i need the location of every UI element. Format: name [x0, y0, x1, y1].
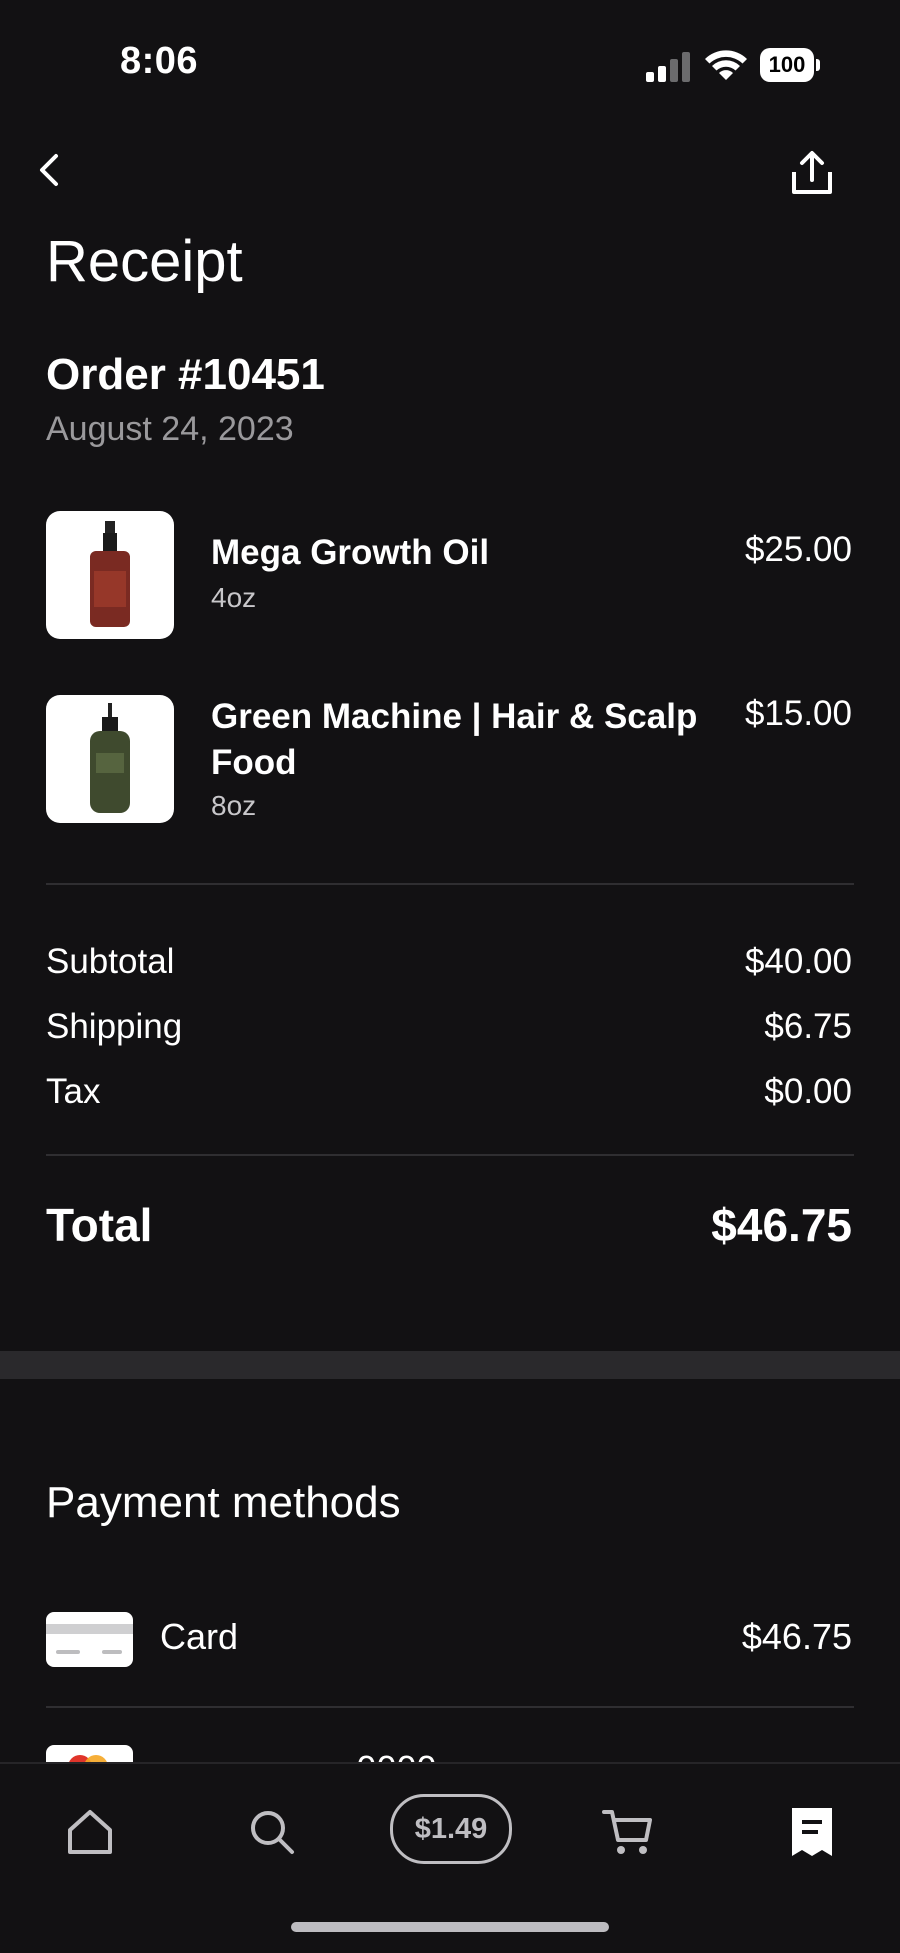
cash-balance-button[interactable]: $1.49: [390, 1794, 512, 1864]
status-time: 8:06: [120, 40, 199, 82]
item-price: $15.00: [744, 694, 852, 733]
wifi-icon: [705, 50, 747, 80]
total-label: Total: [46, 1199, 153, 1251]
item-name: Green Machine | Hair & Scalp Food: [211, 697, 698, 782]
cellular-signal-icon: [646, 50, 690, 82]
divider: [46, 1706, 854, 1708]
cart-icon[interactable]: [600, 1804, 656, 1860]
home-icon[interactable]: [62, 1804, 118, 1860]
tax-value: $0.00: [764, 1072, 852, 1111]
payment-method-amount: $46.75: [741, 1616, 852, 1657]
oil-bottle-icon: [90, 521, 130, 627]
payment-methods-title: Payment methods: [46, 1478, 401, 1527]
payment-method-label: Card: [160, 1616, 239, 1657]
tax-label: Tax: [46, 1072, 101, 1111]
share-icon[interactable]: [788, 150, 836, 198]
divider: [46, 883, 854, 885]
battery-icon: 100: [760, 48, 820, 82]
item-price: $25.00: [744, 530, 852, 569]
home-indicator: [291, 1922, 609, 1932]
order-date: August 24, 2023: [46, 410, 294, 448]
subtotal-label: Subtotal: [46, 942, 175, 981]
order-number: Order #10451: [46, 350, 325, 399]
item-name: Mega Growth Oil: [211, 533, 490, 572]
search-icon[interactable]: [244, 1804, 300, 1860]
item-variant: 4oz: [211, 582, 257, 613]
shipping-value: $6.75: [764, 1007, 852, 1046]
receipt-icon[interactable]: [784, 1804, 840, 1860]
battery-level: 100: [760, 48, 814, 82]
total-value: $46.75: [711, 1199, 852, 1251]
divider: [46, 1154, 854, 1156]
shipping-label: Shipping: [46, 1007, 183, 1046]
back-icon[interactable]: [30, 148, 74, 192]
item-variant: 8oz: [211, 790, 257, 821]
section-separator: [0, 1351, 900, 1379]
card-icon: [46, 1612, 133, 1667]
subtotal-value: $40.00: [744, 942, 852, 981]
hair-food-bottle-icon: [90, 703, 130, 813]
page-title: Receipt: [46, 229, 243, 294]
product-image[interactable]: [46, 695, 174, 823]
product-image[interactable]: [46, 511, 174, 639]
